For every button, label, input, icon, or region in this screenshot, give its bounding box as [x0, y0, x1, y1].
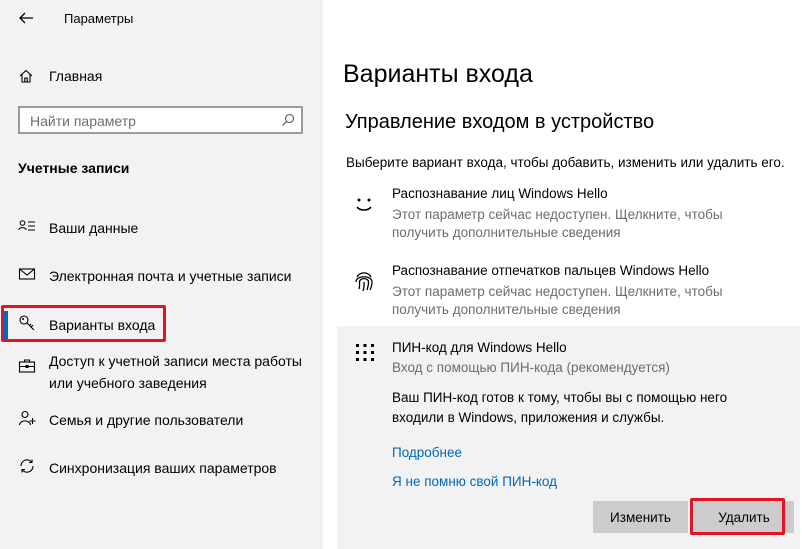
sidebar-item-label: Синхронизация ваших параметров — [49, 460, 277, 476]
sidebar-item-label: Доступ к учетной записи места работы или… — [49, 353, 302, 391]
highlight-box — [690, 498, 785, 535]
learn-more-link[interactable]: Подробнее — [392, 445, 462, 460]
pin-option-name: ПИН-код для Windows Hello — [392, 340, 567, 355]
sync-icon — [20, 459, 34, 473]
sidebar-home-label: Главная — [49, 68, 103, 84]
sidebar-item-label: Ваши данные — [49, 220, 139, 236]
search-input[interactable]: Найти параметр — [18, 106, 303, 134]
keypad-icon — [356, 344, 374, 361]
sidebar-item-label: Семья и другие пользователи — [49, 412, 244, 428]
section-title: Учетные записи — [18, 160, 130, 176]
option-name: Распознавание отпечатков пальцев Windows… — [392, 263, 710, 278]
person-add-icon — [18, 410, 36, 426]
sidebar-item-email[interactable]: Электронная почта и учетные записи — [18, 265, 291, 287]
home-icon — [19, 69, 33, 83]
forgot-pin-link[interactable]: Я не помню свой ПИН-код — [392, 474, 557, 489]
face-icon — [356, 198, 372, 211]
sidebar-item-sync[interactable]: Синхронизация ваших параметров — [18, 457, 277, 479]
search-placeholder: Найти параметр — [30, 113, 136, 129]
pin-option-subtitle: Вход с помощью ПИН-кода (рекомендуется) — [392, 360, 670, 375]
option-description: Этот параметр сейчас недоступен. Щелкнит… — [392, 207, 723, 240]
sidebar-item-work-access[interactable]: Доступ к учетной записи места работы или… — [18, 350, 319, 394]
app-title: Параметры — [64, 11, 134, 26]
section-subtitle: Управление входом в устройство — [345, 111, 655, 133]
page-title: Варианты входа — [343, 60, 533, 88]
sidebar-item-label: Электронная почта и учетные записи — [49, 268, 292, 284]
briefcase-icon — [18, 359, 36, 373]
intro-text: Выберите вариант входа, чтобы добавить, … — [346, 155, 785, 170]
title-bar: Параметры — [0, 0, 323, 38]
option-name: Распознавание лиц Windows Hello — [392, 186, 608, 201]
option-description: Этот параметр сейчас недоступен. Щелкнит… — [392, 284, 723, 317]
sidebar-item-home[interactable]: Главная — [18, 66, 102, 86]
back-arrow-icon[interactable] — [18, 10, 34, 26]
highlight-box — [1, 305, 166, 342]
sidebar: Параметры Главная Найти параметр Учетные… — [0, 0, 323, 549]
change-pin-button[interactable]: Изменить — [593, 501, 688, 533]
sidebar-item-your-info[interactable]: Ваши данные — [18, 217, 138, 239]
sidebar-item-family[interactable]: Семья и другие пользователи — [18, 409, 243, 431]
fingerprint-icon — [355, 272, 373, 292]
pin-status-text: Ваш ПИН-код готов к тому, чтобы вы с пом… — [392, 390, 728, 425]
mail-icon — [18, 268, 36, 280]
search-icon[interactable] — [281, 113, 295, 127]
person-list-icon — [18, 220, 35, 231]
